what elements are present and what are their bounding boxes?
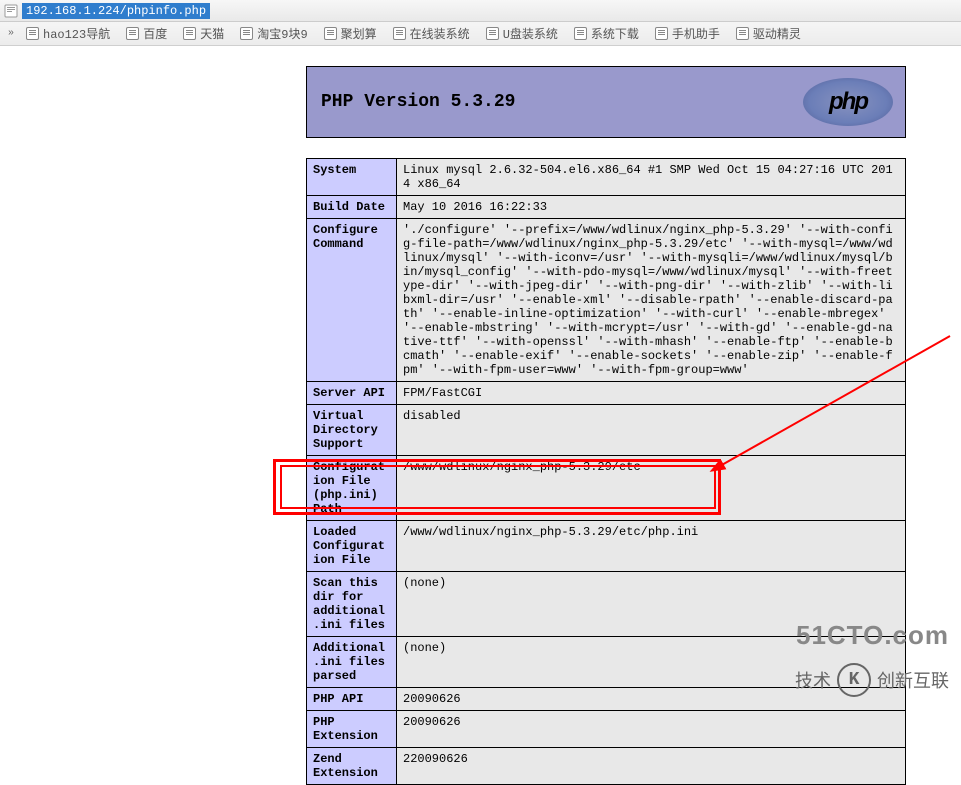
phpinfo-value: Linux mysql 2.6.32-504.el6.x86_64 #1 SMP… [397, 159, 906, 196]
php-logo: php [803, 78, 893, 126]
bookmark-label: 百度 [143, 25, 167, 42]
phpinfo-value: (none) [397, 637, 906, 688]
phpinfo-row: Server APIFPM/FastCGI [307, 382, 906, 405]
page-icon [126, 27, 139, 40]
phpinfo-key: Loaded Configuration File [307, 521, 397, 572]
phpinfo-row: Virtual Directory Supportdisabled [307, 405, 906, 456]
phpinfo-value: 20090626 [397, 711, 906, 748]
bookmark-label: 系统下载 [591, 25, 639, 42]
phpinfo-row: SystemLinux mysql 2.6.32-504.el6.x86_64 … [307, 159, 906, 196]
php-version-title: PHP Version 5.3.29 [321, 92, 515, 112]
phpinfo-row: Configuration File (php.ini) Path/www/wd… [307, 456, 906, 521]
bookmark-item-9[interactable]: 驱动精灵 [728, 22, 809, 45]
page-icon [486, 27, 499, 40]
page-icon [324, 27, 337, 40]
phpinfo-row: Zend Extension220090626 [307, 748, 906, 785]
bookmark-label: 驱动精灵 [753, 25, 801, 42]
phpinfo-panel: PHP Version 5.3.29 php SystemLinux mysql… [306, 66, 906, 785]
bookmark-item-7[interactable]: 系统下载 [566, 22, 647, 45]
address-bar: 192.168.1.224/phpinfo.php [0, 0, 961, 22]
phpinfo-row: Scan this dir for additional .ini files(… [307, 572, 906, 637]
phpinfo-row: PHP Extension20090626 [307, 711, 906, 748]
phpinfo-header: PHP Version 5.3.29 php [306, 66, 906, 138]
phpinfo-row: PHP API20090626 [307, 688, 906, 711]
page-icon [736, 27, 749, 40]
phpinfo-key: Build Date [307, 196, 397, 219]
phpinfo-value: 20090626 [397, 688, 906, 711]
phpinfo-key: Zend Extension [307, 748, 397, 785]
page-icon [183, 27, 196, 40]
phpinfo-value: /www/wdlinux/nginx_php-5.3.29/etc/php.in… [397, 521, 906, 572]
phpinfo-key: Additional .ini files parsed [307, 637, 397, 688]
bookmark-item-8[interactable]: 手机助手 [647, 22, 728, 45]
bookmark-label: 在线装系统 [410, 25, 470, 42]
phpinfo-table: SystemLinux mysql 2.6.32-504.el6.x86_64 … [306, 158, 906, 785]
phpinfo-value: './configure' '--prefix=/www/wdlinux/ngi… [397, 219, 906, 382]
expand-bookmarks-icon[interactable]: » [4, 28, 18, 39]
phpinfo-key: Virtual Directory Support [307, 405, 397, 456]
bookmark-item-1[interactable]: 百度 [118, 22, 175, 45]
bookmark-item-2[interactable]: 天猫 [175, 22, 232, 45]
bookmark-label: 淘宝9块9 [257, 25, 307, 42]
phpinfo-value: May 10 2016 16:22:33 [397, 196, 906, 219]
bookmark-item-6[interactable]: U盘装系统 [478, 22, 566, 45]
phpinfo-value: disabled [397, 405, 906, 456]
phpinfo-row: Additional .ini files parsed(none) [307, 637, 906, 688]
bookmark-label: 手机助手 [672, 25, 720, 42]
page-content: PHP Version 5.3.29 php SystemLinux mysql… [0, 46, 961, 707]
phpinfo-value: /www/wdlinux/nginx_php-5.3.29/etc [397, 456, 906, 521]
bookmark-item-5[interactable]: 在线装系统 [385, 22, 478, 45]
phpinfo-key: System [307, 159, 397, 196]
page-icon [655, 27, 668, 40]
phpinfo-value: FPM/FastCGI [397, 382, 906, 405]
page-icon [240, 27, 253, 40]
page-icon [574, 27, 587, 40]
phpinfo-key: Configure Command [307, 219, 397, 382]
phpinfo-key: PHP API [307, 688, 397, 711]
bookmark-label: hao123导航 [43, 25, 110, 42]
phpinfo-row: Loaded Configuration File/www/wdlinux/ng… [307, 521, 906, 572]
phpinfo-key: Scan this dir for additional .ini files [307, 572, 397, 637]
phpinfo-key: PHP Extension [307, 711, 397, 748]
page-icon [4, 4, 18, 18]
phpinfo-value: 220090626 [397, 748, 906, 785]
phpinfo-value: (none) [397, 572, 906, 637]
phpinfo-row: Configure Command'./configure' '--prefix… [307, 219, 906, 382]
bookmarks-bar: » hao123导航 百度 天猫 淘宝9块9 聚划算 在线装系统 U盘装系统 系统下载 手机助手… [0, 22, 961, 46]
page-icon [26, 27, 39, 40]
bookmark-item-0[interactable]: hao123导航 [18, 22, 118, 45]
url-text[interactable]: 192.168.1.224/phpinfo.php [22, 3, 210, 19]
phpinfo-key: Server API [307, 382, 397, 405]
bookmark-item-3[interactable]: 淘宝9块9 [232, 22, 315, 45]
bookmark-item-4[interactable]: 聚划算 [316, 22, 385, 45]
bookmark-label: 天猫 [200, 25, 224, 42]
page-icon [393, 27, 406, 40]
phpinfo-row: Build DateMay 10 2016 16:22:33 [307, 196, 906, 219]
phpinfo-key: Configuration File (php.ini) Path [307, 456, 397, 521]
bookmark-label: U盘装系统 [503, 25, 558, 42]
bookmark-label: 聚划算 [341, 25, 377, 42]
